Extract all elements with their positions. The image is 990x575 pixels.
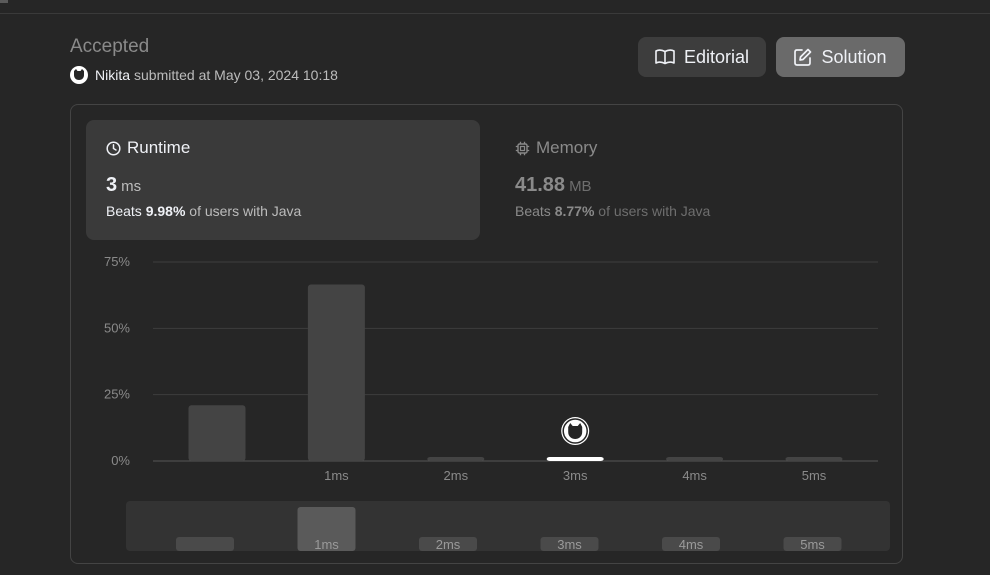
chart-bar [666,457,724,461]
top-divider [0,13,990,14]
runtime-distribution-chart: 75% 50% 25% 0% 1ms 2ms 3ms 4ms 5ms 1ms 2ms 3ms 4ms 5m… [104,254,878,552]
chart-bar [546,457,604,461]
chart-bar [188,405,246,461]
submitter-name[interactable]: Nikita [95,67,130,83]
x-tick-label: 2ms [444,468,469,483]
y-tick-label: 50% [104,320,130,335]
navigator-label: 4ms [679,537,704,552]
x-tick-label: 3ms [563,468,588,483]
x-tick-label: 5ms [802,468,827,483]
y-tick-label: 0% [111,453,130,468]
corner-mark [0,0,8,3]
navigator-label: 3ms [557,537,582,552]
solution-label: Solution [821,46,887,67]
editorial-label: Editorial [683,46,750,67]
navigator-label: 2ms [436,537,461,552]
navigator-label: 1ms [314,537,339,552]
submitted-timestamp: submitted at May 03, 2024 10:18 [134,67,338,83]
chart-bar [785,457,843,461]
edit-icon [794,48,812,66]
navigator-label: 5ms [800,537,825,552]
solution-button[interactable]: Solution [776,37,905,77]
navigator-bar [176,537,234,551]
x-tick-label: 1ms [324,468,349,483]
y-tick-label: 25% [104,387,130,402]
chart-bar [427,457,485,461]
submitter-info: Nikita submitted at May 03, 2024 10:18 [70,65,338,85]
user-avatar-icon[interactable] [70,66,88,84]
editorial-button[interactable]: Editorial [638,37,766,77]
performance-panel: Runtime 3 ms Beats 9.98% of users with Ja… [70,104,903,564]
x-tick-label: 4ms [682,468,707,483]
submission-status: Accepted [70,36,150,57]
y-tick-label: 75% [104,254,130,269]
book-icon [655,49,675,65]
chart-bar [307,284,365,461]
